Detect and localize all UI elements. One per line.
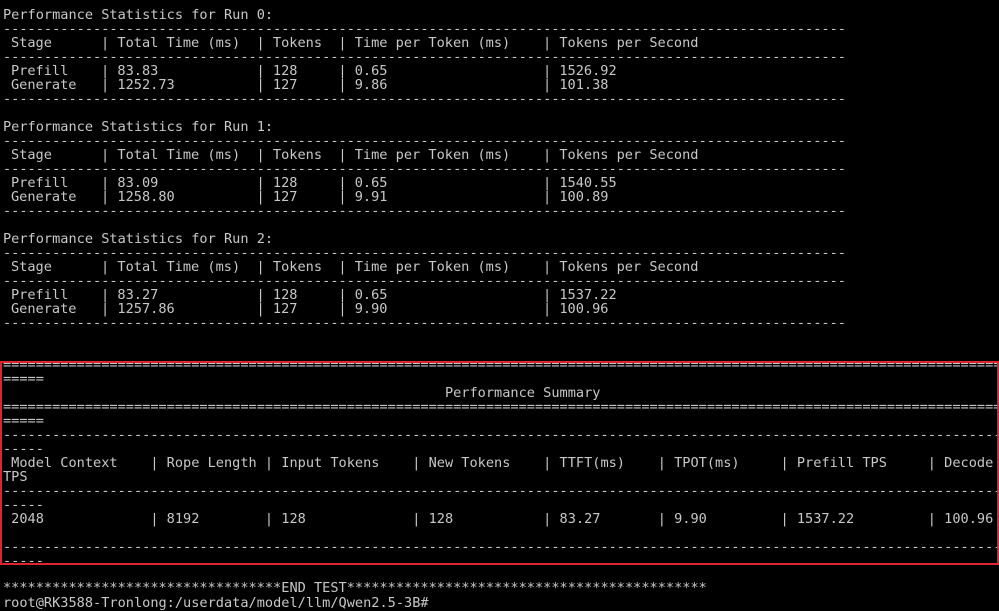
- run0-separator-mid: ----------------------------------------…: [3, 49, 846, 65]
- summary-header-wrap: TPS: [3, 469, 28, 485]
- summary-title: Performance Summary: [3, 385, 601, 401]
- run0-row-prefill: Prefill | 83.83 | 128 | 0.65 | 1526.92: [11, 63, 617, 79]
- run1-separator-bottom: ----------------------------------------…: [3, 203, 846, 219]
- shell-prompt[interactable]: root@RK3588-Tronlong:/userdata/model/llm…: [3, 596, 429, 610]
- run0-row-generate: Generate | 1252.73 | 127 | 9.86 | 101.38: [11, 77, 609, 93]
- summary-dash-top-wrap: -----: [3, 441, 44, 457]
- summary-row: 2048 | 8192 | 128 | 128 | 83.27 | 9.90 |…: [3, 511, 994, 527]
- summary-equals-top: ========================================…: [3, 357, 999, 373]
- summary-dash-bottom: ----------------------------------------…: [3, 539, 999, 555]
- run0-title: Performance Statistics for Run 0:: [3, 7, 274, 23]
- summary-dash-top: ----------------------------------------…: [3, 427, 999, 443]
- run0-separator-bottom: ----------------------------------------…: [3, 91, 846, 107]
- summary-equals-top-wrap: =====: [3, 371, 44, 387]
- run1-separator-top: ----------------------------------------…: [3, 133, 846, 149]
- run2-header: Stage | Total Time (ms) | Tokens | Time …: [11, 259, 699, 275]
- run2-separator-mid: ----------------------------------------…: [3, 273, 846, 289]
- run2-title: Performance Statistics for Run 2:: [3, 231, 274, 247]
- summary-equals-bottom: ========================================…: [3, 399, 999, 415]
- summary-dash-mid: ----------------------------------------…: [3, 483, 999, 499]
- summary-dash-mid-wrap: -----: [3, 497, 44, 513]
- run2-separator-top: ----------------------------------------…: [3, 245, 846, 261]
- run1-separator-mid: ----------------------------------------…: [3, 161, 846, 177]
- summary-equals-bottom-wrap: =====: [3, 413, 44, 429]
- run1-row-prefill: Prefill | 83.09 | 128 | 0.65 | 1540.55: [11, 175, 617, 191]
- summary-dash-bottom-wrap: -----: [3, 553, 44, 569]
- run0-separator-top: ----------------------------------------…: [3, 21, 846, 37]
- end-test-banner: **********************************END TE…: [3, 580, 707, 596]
- summary-header: Model Context | Rope Length | Input Toke…: [3, 455, 994, 471]
- terminal-window[interactable]: Performance Statistics for Run 0: ------…: [0, 0, 999, 611]
- run1-row-generate: Generate | 1258.80 | 127 | 9.91 | 100.89: [11, 189, 609, 205]
- run1-title: Performance Statistics for Run 1:: [3, 119, 274, 135]
- run2-row-generate: Generate | 1257.86 | 127 | 9.90 | 100.96: [11, 301, 609, 317]
- run0-header: Stage | Total Time (ms) | Tokens | Time …: [11, 35, 699, 51]
- run1-header: Stage | Total Time (ms) | Tokens | Time …: [11, 147, 699, 163]
- run2-separator-bottom: ----------------------------------------…: [3, 315, 846, 331]
- run2-row-prefill: Prefill | 83.27 | 128 | 0.65 | 1537.22: [11, 287, 617, 303]
